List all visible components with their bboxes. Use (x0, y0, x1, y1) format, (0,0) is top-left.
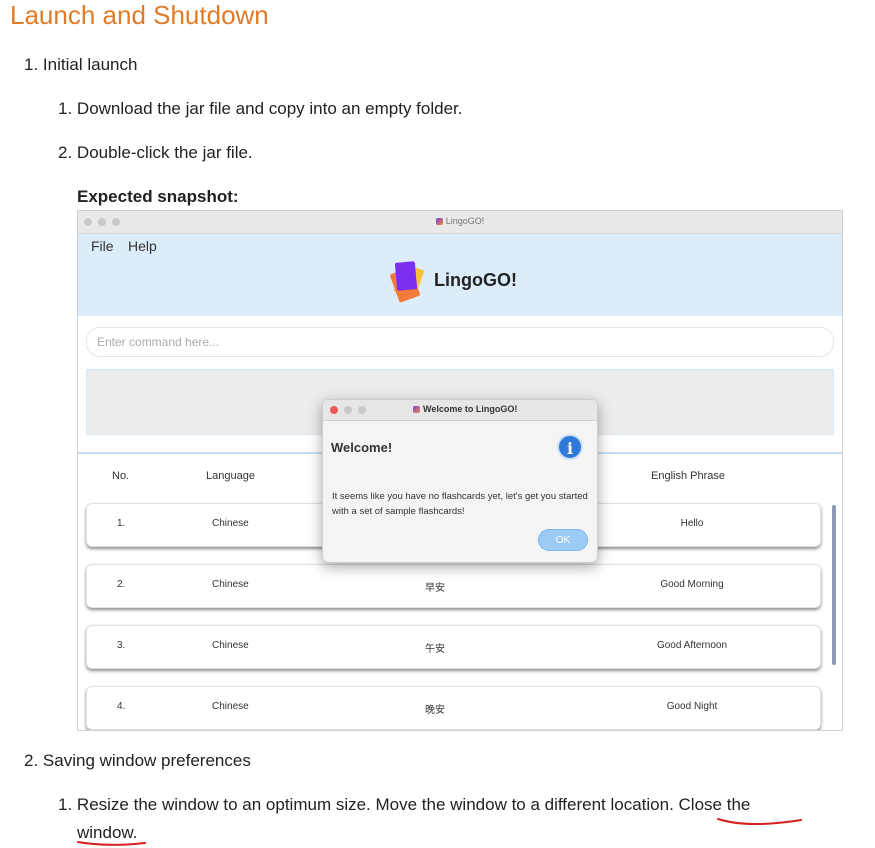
row-english: Good Morning (660, 579, 724, 590)
row-number: 3. (117, 640, 126, 651)
row-english: Hello (680, 518, 704, 529)
column-header-no: No. (112, 470, 130, 482)
list-text: Double-click the jar file. (76, 143, 253, 162)
dialog-minimize-dot[interactable] (344, 406, 352, 414)
row-foreign-phrase: 午安 (425, 644, 445, 655)
app-small-icon (413, 406, 420, 414)
command-placeholder: Enter command here... (97, 335, 220, 349)
window-titlebar: LingoGO! (78, 211, 842, 234)
list-label: Saving window preferences (42, 751, 251, 770)
flashcard-row[interactable]: 2. Chinese 早安 Good Morning (86, 564, 821, 608)
row-foreign-phrase: 晚安 (425, 705, 445, 716)
app-window-screenshot: LingoGO! File Help LingoGO! Enter comman… (77, 210, 843, 731)
info-icon: i (557, 434, 583, 460)
list-number: 2. (58, 143, 73, 162)
ok-button[interactable]: OK (538, 529, 588, 551)
welcome-dialog: Welcome to LingoGO! Welcome! i It seems … (322, 399, 598, 563)
expected-snapshot-label: Expected snapshot: (77, 187, 239, 206)
list-item-doubleclick-step: 2. Double-click the jar file. (58, 143, 253, 163)
row-language: Chinese (212, 640, 249, 651)
app-small-icon (435, 218, 443, 226)
list-text: Resize the window to an optimum size. Mo… (76, 795, 679, 814)
list-scrollbar[interactable] (832, 505, 836, 665)
close-window-text: Close the (678, 795, 751, 814)
menu-file[interactable]: File (91, 238, 114, 254)
list-number: 1. (58, 99, 73, 118)
logo-text: LingoGO! (434, 270, 517, 290)
dialog-titlebar: Welcome to LingoGO! (323, 400, 597, 421)
dialog-title: Welcome to LingoGO! (413, 404, 517, 414)
menu-help[interactable]: Help (128, 238, 157, 254)
list-number: 2. (24, 751, 39, 770)
list-number: 1. (24, 55, 39, 74)
dialog-maximize-dot[interactable] (358, 406, 366, 414)
dialog-heading: Welcome! (331, 440, 393, 455)
window-title: LingoGO! (78, 216, 842, 226)
row-foreign-phrase: 早安 (425, 583, 445, 594)
menu-bar: File Help LingoGO! (78, 234, 842, 316)
flashcard-row[interactable]: 4. Chinese 晚安 Good Night (86, 686, 821, 730)
list-item-download-step: 1. Download the jar file and copy into a… (58, 99, 463, 119)
row-language: Chinese (212, 579, 249, 590)
column-header-english: English Phrase (651, 470, 725, 482)
list-item-resize-step: 1. Resize the window to an optimum size.… (58, 795, 750, 815)
row-number: 4. (117, 701, 126, 712)
list-item-initial-launch: 1. Initial launch (24, 55, 137, 75)
list-text: Download the jar file and copy into an e… (76, 99, 463, 118)
dialog-close-dot[interactable] (330, 406, 338, 414)
list-item-saving-preferences: 2. Saving window preferences (24, 751, 251, 771)
row-number: 1. (117, 518, 126, 529)
command-input[interactable]: Enter command here... (86, 327, 834, 357)
flashcard-row[interactable]: 3. Chinese 午安 Good Afternoon (86, 625, 821, 669)
column-header-language: Language (206, 470, 255, 482)
lingogo-logo-icon (390, 261, 424, 303)
close-window-text-continued: window. (77, 823, 138, 842)
row-language: Chinese (212, 518, 249, 529)
row-english: Good Night (666, 701, 718, 712)
dialog-message: It seems like you have no flashcards yet… (332, 491, 588, 517)
row-language: Chinese (212, 701, 249, 712)
row-english: Good Afternoon (656, 640, 728, 651)
list-item-resize-step-continued: window. (77, 823, 137, 843)
list-label: Initial launch (42, 55, 138, 74)
list-number: 1. (58, 795, 73, 814)
row-number: 2. (117, 579, 126, 590)
page-heading: Launch and Shutdown (10, 0, 269, 30)
